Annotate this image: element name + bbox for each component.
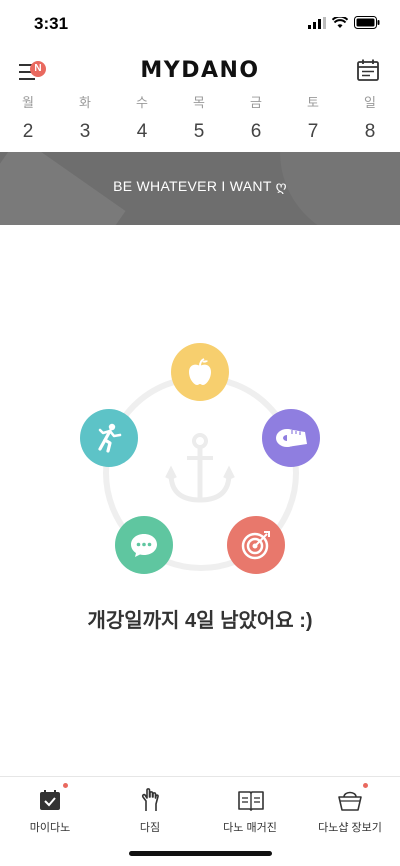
day-item[interactable]: 금 6 <box>236 92 276 143</box>
tab-label: 다노샵 장보기 <box>318 822 382 834</box>
status-icons <box>308 16 380 29</box>
home-indicator <box>129 851 272 856</box>
apple-icon <box>189 358 211 385</box>
tab-shop[interactable]: 다노샵 장보기 <box>300 783 400 835</box>
tab-mydano[interactable]: 마이다노 <box>0 783 100 835</box>
day-item[interactable]: 월 2 <box>8 92 48 143</box>
calendar-icon <box>357 59 379 81</box>
target-icon <box>241 531 270 560</box>
day-number: 2 <box>22 121 34 142</box>
countdown-text: 개강일까지 4일 남았어요 :) <box>87 610 313 632</box>
day-number: 5 <box>193 121 205 142</box>
status-time: 3:31 <box>34 14 69 33</box>
day-name: 월 <box>22 95 34 110</box>
basket-icon <box>338 791 362 811</box>
day-item[interactable]: 수 4 <box>122 92 162 143</box>
tape-measure-icon <box>276 429 307 447</box>
day-item[interactable]: 화 3 <box>65 92 105 143</box>
tab-label: 마이다노 <box>29 822 71 834</box>
chat-bubble-icon <box>131 534 157 557</box>
tab-label: 다짐 <box>139 822 161 834</box>
banner-text: BE WHATEVER I WANT ღ <box>113 178 287 194</box>
day-number: 6 <box>250 121 262 142</box>
day-name: 금 <box>250 95 262 110</box>
calendar-check-icon <box>40 790 60 810</box>
battery-icon <box>354 16 380 29</box>
week-strip: 월 2 화 3 수 4 목 5 금 6 토 7 일 8 <box>0 92 400 148</box>
day-number: 4 <box>136 121 148 142</box>
day-number: 7 <box>307 121 319 142</box>
day-name: 일 <box>364 95 376 110</box>
day-name: 수 <box>136 95 148 110</box>
notification-dot <box>363 783 368 788</box>
book-icon <box>238 791 264 811</box>
goal-target-button[interactable] <box>227 516 285 574</box>
day-name: 목 <box>193 95 205 110</box>
motto-banner[interactable]: BE WHATEVER I WANT ღ <box>0 152 400 225</box>
day-name: 토 <box>307 95 319 110</box>
wifi-icon <box>332 16 348 28</box>
brand-logo: MYDANO <box>140 58 260 83</box>
status-bar: 3:31 <box>0 0 400 48</box>
tab-pledge[interactable]: 다짐 <box>100 787 200 835</box>
anchor-icon <box>165 433 235 503</box>
hand-promise-icon <box>141 788 159 811</box>
day-name: 화 <box>79 95 91 110</box>
top-bar: N MYDANO <box>0 48 400 94</box>
day-number: 3 <box>79 121 91 142</box>
day-number: 8 <box>364 121 376 142</box>
running-person-icon <box>98 423 122 453</box>
tab-label: 다노 매거진 <box>223 822 277 834</box>
tab-magazine[interactable]: 다노 매거진 <box>200 787 300 835</box>
day-item[interactable]: 토 7 <box>293 92 333 143</box>
notification-dot <box>63 783 68 788</box>
day-item[interactable]: 일 8 <box>350 92 390 143</box>
goal-exercise-button[interactable] <box>80 409 138 467</box>
goal-diet-button[interactable] <box>171 343 229 401</box>
day-item[interactable]: 목 5 <box>179 92 219 143</box>
goal-body-button[interactable] <box>262 409 320 467</box>
calendar-button[interactable] <box>356 58 382 84</box>
signal-icon <box>308 16 326 29</box>
goal-chat-button[interactable] <box>115 516 173 574</box>
